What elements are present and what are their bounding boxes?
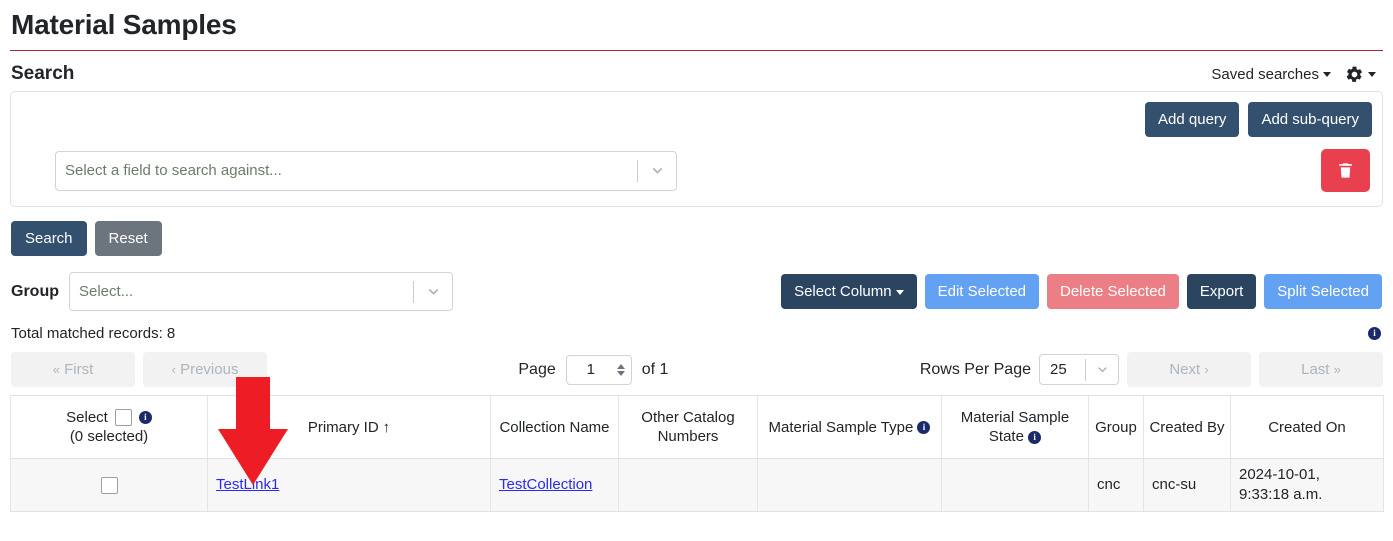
page-label: Page bbox=[518, 360, 556, 378]
primary-id-label: Primary ID bbox=[307, 418, 379, 436]
saved-searches-dropdown[interactable]: Saved searches bbox=[1211, 66, 1331, 83]
previous-page-button[interactable]: ‹ Previous bbox=[143, 352, 267, 387]
column-header-primary-id[interactable]: Primary ID ↑ bbox=[207, 395, 491, 459]
column-header-select[interactable]: Select i (0 selected) bbox=[10, 395, 208, 459]
group-select[interactable]: Select... bbox=[69, 272, 453, 311]
chevron-down-icon[interactable] bbox=[638, 162, 676, 179]
results-summary-row: Total matched records: 8 i bbox=[10, 311, 1383, 348]
select-header-label: Select bbox=[66, 409, 108, 426]
created-on-time: 9:33:18 a.m. bbox=[1239, 486, 1323, 503]
created-on-date: 2024-10-01, bbox=[1239, 466, 1320, 483]
trash-icon bbox=[1336, 160, 1355, 181]
edit-selected-button[interactable]: Edit Selected bbox=[924, 274, 1039, 309]
material-sample-type-label: Material Sample Type bbox=[768, 418, 914, 436]
search-header: Search Saved searches bbox=[10, 51, 1383, 91]
cell-material-sample-type bbox=[757, 458, 942, 512]
column-header-material-sample-type[interactable]: Material Sample Type i bbox=[757, 395, 942, 459]
delete-selected-button[interactable]: Delete Selected bbox=[1047, 274, 1179, 309]
export-button[interactable]: Export bbox=[1186, 274, 1257, 309]
column-header-created-by[interactable]: Created By bbox=[1143, 395, 1231, 459]
cell-primary-id: TestLink1 bbox=[207, 458, 491, 512]
cell-collection-name: TestCollection bbox=[490, 458, 619, 512]
page-title: Material Samples bbox=[11, 9, 237, 40]
table-header-row: Select i (0 selected) Primary ID ↑ Collec… bbox=[10, 395, 1384, 459]
cell-material-sample-state bbox=[941, 458, 1089, 512]
row-select-cell[interactable] bbox=[10, 458, 208, 512]
cell-created-by: cnc-su bbox=[1143, 458, 1231, 512]
stepper-arrows-icon[interactable] bbox=[615, 363, 631, 376]
first-page-label: First bbox=[64, 361, 94, 378]
rows-per-page-control: Rows Per Page 25 bbox=[920, 354, 1119, 385]
pagination-bar: « First ‹ Previous Page 1 of 1 Rows Per … bbox=[10, 348, 1383, 395]
column-header-material-sample-state[interactable]: Material Sample State i bbox=[941, 395, 1089, 459]
search-button[interactable]: Search bbox=[11, 221, 87, 256]
add-query-button[interactable]: Add query bbox=[1145, 102, 1240, 137]
total-matched-records: Total matched records: 8 bbox=[11, 325, 176, 342]
field-search-select[interactable]: Select a field to search against... bbox=[55, 150, 677, 191]
saved-searches-label: Saved searches bbox=[1211, 65, 1319, 83]
page-controls: Page 1 of 1 bbox=[275, 354, 912, 385]
primary-id-link[interactable]: TestLink1 bbox=[216, 476, 279, 493]
split-selected-button[interactable]: Split Selected bbox=[1264, 274, 1382, 309]
column-header-created-on[interactable]: Created On bbox=[1230, 395, 1384, 459]
collection-name-link[interactable]: TestCollection bbox=[499, 476, 592, 493]
select-all-checkbox[interactable] bbox=[114, 409, 132, 426]
page-total-label: of 1 bbox=[641, 360, 669, 378]
column-header-other-catalog-numbers[interactable]: Other Catalog Numbers bbox=[618, 395, 758, 459]
chevron-down-icon[interactable] bbox=[1086, 362, 1118, 377]
delete-query-button[interactable] bbox=[1321, 149, 1370, 192]
chevron-down-icon bbox=[1368, 71, 1376, 77]
page-number-stepper[interactable]: 1 bbox=[565, 354, 632, 385]
cell-group: cnc bbox=[1088, 458, 1144, 512]
last-page-label: Last bbox=[1301, 361, 1330, 378]
select-column-label: Select Column bbox=[794, 283, 892, 300]
table-row: TestLink1 TestCollection cnc cnc-su 2024… bbox=[10, 458, 1384, 512]
next-page-button[interactable]: Next › bbox=[1127, 352, 1251, 387]
group-filter: Group Select... bbox=[11, 272, 453, 311]
cell-other-catalog-numbers bbox=[618, 458, 758, 512]
search-actions: Search Reset bbox=[10, 207, 1383, 256]
rows-per-page-select[interactable]: 25 bbox=[1039, 354, 1119, 385]
rows-per-page-value: 25 bbox=[1050, 361, 1067, 378]
next-page-label: Next bbox=[1169, 361, 1201, 378]
search-heading: Search bbox=[11, 63, 75, 84]
cell-created-on: 2024-10-01, 9:33:18 a.m. bbox=[1230, 458, 1384, 512]
query-builder-panel: Add query Add sub-query Select a field t… bbox=[10, 91, 1383, 207]
column-header-group[interactable]: Group bbox=[1088, 395, 1144, 459]
material-sample-type-info-icon[interactable]: i bbox=[917, 421, 931, 435]
first-page-button[interactable]: « First bbox=[11, 352, 135, 387]
material-sample-state-label: Material Sample State bbox=[960, 409, 1070, 445]
reset-button[interactable]: Reset bbox=[94, 221, 162, 256]
select-info-icon[interactable]: i bbox=[138, 411, 152, 424]
chevron-down-icon bbox=[895, 289, 904, 295]
chevron-down-icon[interactable] bbox=[414, 283, 452, 300]
group-select-placeholder: Select... bbox=[79, 283, 134, 300]
material-sample-state-info-icon[interactable]: i bbox=[1028, 430, 1042, 444]
add-subquery-button[interactable]: Add sub-query bbox=[1248, 102, 1372, 137]
group-label: Group bbox=[11, 282, 59, 300]
results-info-icon[interactable]: i bbox=[1368, 327, 1381, 340]
bulk-actions: Select Column Edit Selected Delete Selec… bbox=[781, 274, 1383, 309]
select-column-dropdown[interactable]: Select Column bbox=[781, 274, 917, 309]
material-samples-page: Material Samples Search Saved searches A… bbox=[0, 0, 1393, 541]
query-row: Select a field to search against... bbox=[21, 149, 1372, 192]
search-header-actions: Saved searches bbox=[1211, 65, 1381, 84]
chevron-down-icon bbox=[1323, 72, 1331, 78]
selected-count-label: (0 selected) bbox=[69, 428, 149, 445]
settings-gear-dropdown[interactable] bbox=[1345, 65, 1376, 84]
sort-ascending-icon: ↑ bbox=[382, 418, 391, 436]
last-page-button[interactable]: Last » bbox=[1259, 352, 1383, 387]
row-checkbox[interactable] bbox=[100, 476, 118, 494]
material-samples-table: Select i (0 selected) Primary ID ↑ Collec… bbox=[10, 395, 1384, 512]
page-number-value: 1 bbox=[586, 361, 595, 378]
gear-icon bbox=[1345, 65, 1364, 84]
previous-page-label: Previous bbox=[180, 361, 239, 378]
field-search-placeholder: Select a field to search against... bbox=[65, 162, 282, 179]
group-and-actions-row: Group Select... Select Column Edit Selec… bbox=[10, 256, 1383, 311]
column-header-collection-name[interactable]: Collection Name bbox=[490, 395, 619, 459]
rows-per-page-label: Rows Per Page bbox=[919, 360, 1031, 378]
query-panel-buttons: Add query Add sub-query bbox=[21, 102, 1372, 137]
